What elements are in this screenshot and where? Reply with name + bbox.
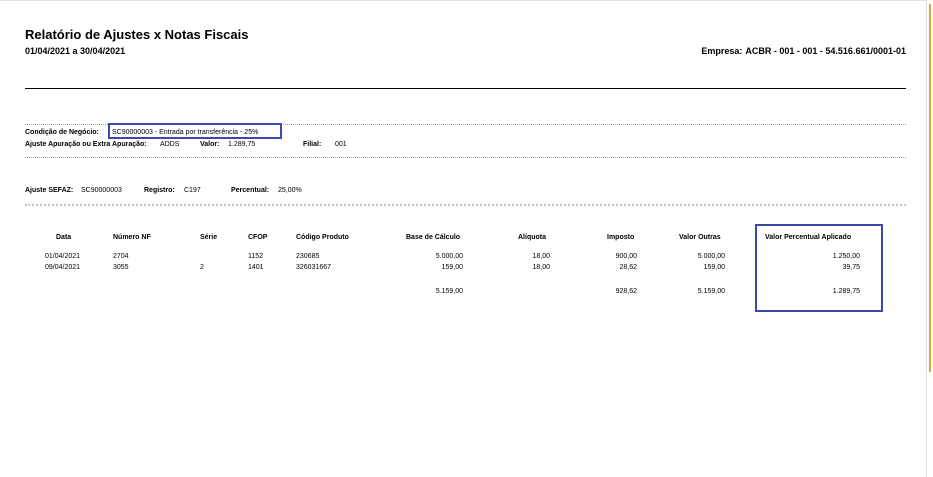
cell-cfop: 1152 bbox=[248, 253, 264, 260]
cell-base: 5.000,00 bbox=[435, 253, 463, 260]
page-top-border bbox=[0, 0, 927, 1]
window-edge-accent bbox=[929, 4, 931, 372]
register-label: Registro: bbox=[144, 187, 175, 194]
applied-column-highlight-box bbox=[755, 224, 883, 312]
column-header-date: Data bbox=[56, 234, 72, 241]
report-page: Relatório de Ajustes x Notas Fiscais 01/… bbox=[0, 0, 933, 477]
cell-other: 159,00 bbox=[703, 264, 725, 271]
company-label: Empresa: bbox=[701, 46, 743, 56]
cell-tax: 28,62 bbox=[619, 264, 637, 271]
header-divider bbox=[25, 88, 906, 89]
cell-date: 09/04/2021 bbox=[45, 264, 81, 271]
column-header-rate: Alíquota bbox=[518, 234, 546, 241]
column-header-base: Base de Cálculo bbox=[406, 234, 461, 241]
cell-product: 230685 bbox=[296, 253, 320, 260]
adjustment-amount-label: Valor: bbox=[200, 141, 220, 148]
column-header-cfop: CFOP bbox=[248, 234, 268, 241]
branch-value: 001 bbox=[335, 141, 347, 148]
column-header-series: Série bbox=[200, 234, 218, 241]
condition-label: Condição de Negócio: bbox=[25, 129, 99, 136]
adjustment-type-value: ADDS bbox=[160, 141, 180, 148]
total-tax: 928,62 bbox=[615, 288, 637, 295]
column-header-other: Valor Outras bbox=[679, 234, 721, 241]
company-info: Empresa: ACBR - 001 - 001 - 54.516.661/00… bbox=[701, 46, 906, 56]
page-right-border bbox=[926, 0, 927, 477]
cell-base: 159,00 bbox=[441, 264, 463, 271]
column-header-tax: Imposto bbox=[607, 234, 635, 241]
dotted-divider bbox=[25, 157, 906, 158]
sefaz-value: SC90000003 bbox=[81, 187, 122, 194]
cell-rate: 18,00 bbox=[532, 264, 550, 271]
dotted-divider bbox=[25, 204, 906, 206]
total-other: 5.159,00 bbox=[697, 288, 725, 295]
report-period: 01/04/2021 a 30/04/2021 bbox=[25, 46, 126, 56]
cell-cfop: 1401 bbox=[248, 264, 264, 271]
cell-rate: 18,00 bbox=[532, 253, 550, 260]
branch-label: Filial: bbox=[303, 141, 322, 148]
report-title: Relatório de Ajustes x Notas Fiscais bbox=[25, 27, 249, 42]
sefaz-label: Ajuste SEFAZ: bbox=[25, 187, 74, 194]
condition-highlight-box bbox=[108, 123, 282, 139]
register-value: C197 bbox=[184, 187, 201, 194]
cell-other: 5.000,00 bbox=[697, 253, 725, 260]
percent-label: Percentual: bbox=[231, 187, 270, 194]
adjustment-type-label: Ajuste Apuração ou Extra Apuração: bbox=[25, 141, 147, 148]
company-value: ACBR - 001 - 001 - 54.516.661/0001-01 bbox=[745, 46, 906, 56]
cell-date: 01/04/2021 bbox=[45, 253, 81, 260]
cell-nf: 2704 bbox=[113, 253, 129, 260]
cell-series: 2 bbox=[200, 264, 204, 271]
column-header-nf: Número NF bbox=[113, 234, 151, 241]
cell-nf: 3055 bbox=[113, 264, 129, 271]
cell-tax: 900,00 bbox=[615, 253, 637, 260]
cell-product: 326031667 bbox=[296, 264, 332, 271]
total-base: 5.159,00 bbox=[435, 288, 463, 295]
percent-value: 25,00% bbox=[278, 187, 302, 194]
column-header-product: Código Produto bbox=[296, 234, 349, 241]
adjustment-amount-value: 1.289,75 bbox=[228, 141, 256, 148]
